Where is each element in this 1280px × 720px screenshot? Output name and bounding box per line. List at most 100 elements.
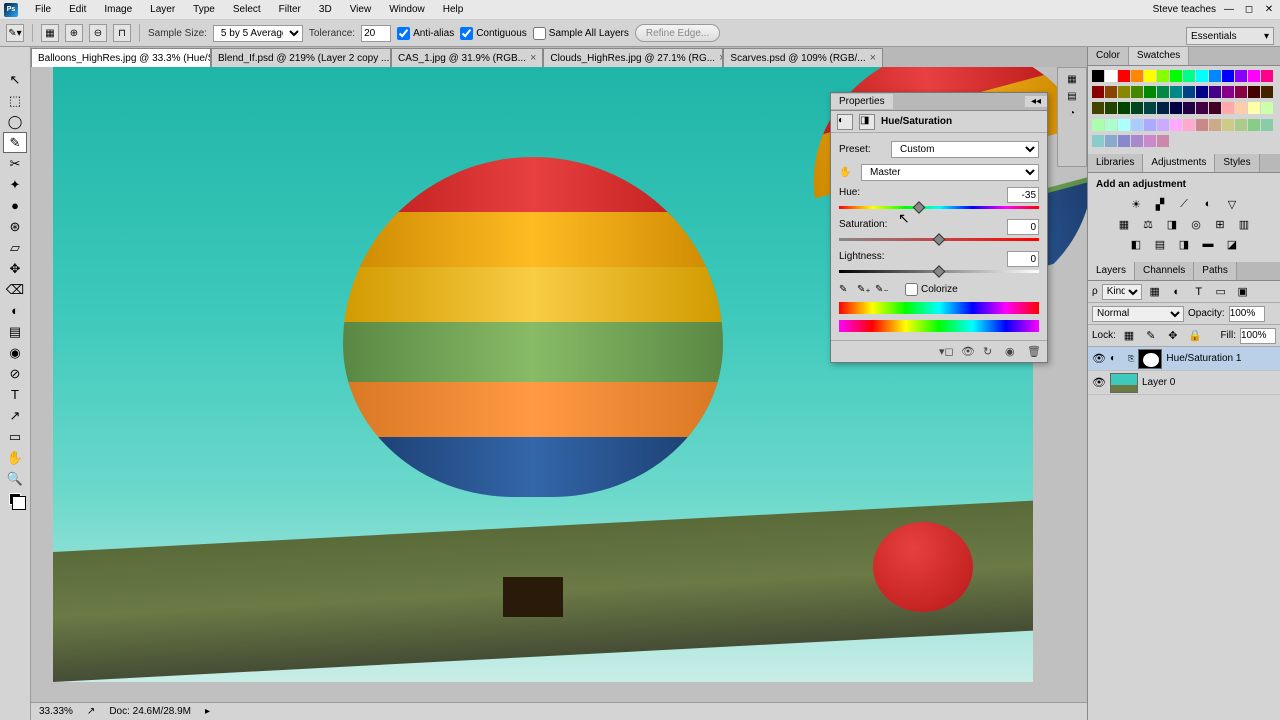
type-tool[interactable]: T — [3, 384, 27, 405]
history-icon[interactable]: ▦ — [1067, 74, 1076, 85]
swatch[interactable] — [1235, 102, 1247, 114]
swatch[interactable] — [1248, 102, 1260, 114]
lock-pixels-icon[interactable]: ✎ — [1142, 328, 1160, 344]
menu-layer[interactable]: Layer — [141, 4, 184, 15]
swatch[interactable] — [1118, 119, 1130, 131]
layer-row[interactable]: 👁 Layer 0 — [1088, 371, 1280, 395]
magic-wand-tool[interactable]: ✎ — [3, 132, 27, 153]
delete-icon[interactable]: 🗑 — [1027, 345, 1041, 359]
selective-color-icon[interactable]: ◪ — [1223, 236, 1241, 252]
tab-libraries[interactable]: Libraries — [1088, 154, 1143, 172]
swatch[interactable] — [1157, 86, 1169, 98]
swatch[interactable] — [1183, 70, 1195, 82]
swatch[interactable] — [1092, 119, 1104, 131]
hue-input[interactable] — [1007, 187, 1039, 203]
swatch[interactable] — [1170, 119, 1182, 131]
layer-filter-kind[interactable]: Kind — [1102, 284, 1142, 300]
swatch[interactable] — [1183, 86, 1195, 98]
minimize-button[interactable]: — — [1222, 3, 1236, 17]
adjustment-icon[interactable]: ◐ — [837, 114, 853, 130]
swatch[interactable] — [1092, 135, 1104, 147]
menu-edit[interactable]: Edit — [60, 4, 95, 15]
menu-help[interactable]: Help — [434, 4, 473, 15]
properties-panel[interactable]: Properties◂◂ ◐ ◨ Hue/Saturation Preset: … — [830, 92, 1048, 363]
swatch[interactable] — [1092, 102, 1104, 114]
menu-file[interactable]: File — [26, 4, 60, 15]
lookup-icon[interactable]: ▥ — [1235, 216, 1253, 232]
stamp-tool[interactable]: ▱ — [3, 237, 27, 258]
swatch[interactable] — [1118, 102, 1130, 114]
swatches-grid[interactable] — [1088, 66, 1280, 154]
swatch[interactable] — [1105, 70, 1117, 82]
new-selection-icon[interactable]: ▦ — [41, 24, 59, 42]
posterize-icon[interactable]: ▤ — [1151, 236, 1169, 252]
swatch[interactable] — [1157, 102, 1169, 114]
antialias-checkbox[interactable]: Anti-alias — [397, 27, 454, 40]
swatch[interactable] — [1222, 119, 1234, 131]
lock-all-icon[interactable]: 🔒 — [1186, 328, 1204, 344]
eraser-tool[interactable]: ⌫ — [3, 279, 27, 300]
intersect-selection-icon[interactable]: ⊓ — [113, 24, 131, 42]
levels-icon[interactable]: ▞ — [1151, 196, 1169, 212]
zoom-level[interactable]: 33.33% — [39, 706, 73, 717]
crop-tool[interactable]: ✂ — [3, 153, 27, 174]
eyedropper-sub-icon[interactable]: ✎₋ — [875, 284, 889, 295]
swatch[interactable] — [1131, 135, 1143, 147]
eyedropper-icon[interactable]: ✎ — [839, 284, 853, 295]
menu-type[interactable]: Type — [184, 4, 224, 15]
menu-select[interactable]: Select — [224, 4, 270, 15]
shape-tool[interactable]: ▭ — [3, 426, 27, 447]
dodge-tool[interactable]: ◉ — [3, 342, 27, 363]
swatch[interactable] — [1131, 119, 1143, 131]
swatch[interactable] — [1118, 86, 1130, 98]
close-icon[interactable]: × — [530, 52, 536, 64]
menu-view[interactable]: View — [341, 4, 381, 15]
swatch[interactable] — [1144, 70, 1156, 82]
filter-smart-icon[interactable]: ▣ — [1234, 284, 1252, 300]
layer-thumb[interactable] — [1110, 373, 1138, 393]
swatch[interactable] — [1144, 135, 1156, 147]
swatch[interactable] — [1157, 70, 1169, 82]
brightness-icon[interactable]: ☀ — [1127, 196, 1145, 212]
doc-tab-clouds[interactable]: Clouds_HighRes.jpg @ 27.1% (RG...× — [543, 48, 723, 67]
curves-icon[interactable]: ⟋ — [1175, 196, 1193, 212]
brush-tool[interactable]: ⊛ — [3, 216, 27, 237]
view-previous-icon[interactable]: 👁 — [961, 345, 975, 359]
path-tool[interactable]: ↗ — [3, 405, 27, 426]
all-layers-checkbox[interactable]: Sample All Layers — [533, 27, 629, 40]
swatch[interactable] — [1105, 86, 1117, 98]
lasso-tool[interactable]: ◯ — [3, 111, 27, 132]
saturation-slider[interactable] — [839, 238, 1039, 241]
swatch[interactable] — [1118, 70, 1130, 82]
close-icon[interactable]: × — [870, 52, 876, 64]
hue-sat-icon[interactable]: ▦ — [1115, 216, 1133, 232]
layer-row[interactable]: 👁 ◐ ⎘ Hue/Saturation 1 — [1088, 347, 1280, 371]
swatch[interactable] — [1261, 119, 1273, 131]
swatch[interactable] — [1118, 135, 1130, 147]
filter-pixel-icon[interactable]: ▦ — [1146, 284, 1164, 300]
swatch[interactable] — [1131, 70, 1143, 82]
layer-name[interactable]: Layer 0 — [1142, 377, 1175, 388]
swatch[interactable] — [1196, 119, 1208, 131]
swatch[interactable] — [1209, 86, 1221, 98]
doc-tab-cas[interactable]: CAS_1.jpg @ 31.9% (RGB...× — [391, 48, 543, 67]
menu-filter[interactable]: Filter — [270, 4, 310, 15]
close-button[interactable]: ✕ — [1262, 3, 1276, 17]
swatch[interactable] — [1105, 135, 1117, 147]
bw-icon[interactable]: ◨ — [1163, 216, 1181, 232]
contiguous-checkbox[interactable]: Contiguous — [460, 27, 527, 40]
swatch[interactable] — [1183, 119, 1195, 131]
swatch[interactable] — [1209, 119, 1221, 131]
swatch[interactable] — [1196, 70, 1208, 82]
target-adjust-icon[interactable]: ✋ — [839, 167, 857, 178]
filter-shape-icon[interactable]: ▭ — [1212, 284, 1230, 300]
tolerance-input[interactable] — [361, 25, 391, 42]
collapsed-dock[interactable]: ▦ ▤ ◔ — [1057, 67, 1087, 167]
swatch[interactable] — [1144, 119, 1156, 131]
color-balance-icon[interactable]: ⚖ — [1139, 216, 1157, 232]
exposure-icon[interactable]: ◐ — [1199, 196, 1217, 212]
fill-input[interactable] — [1240, 328, 1276, 344]
actions-icon[interactable]: ▤ — [1067, 91, 1076, 102]
tab-layers[interactable]: Layers — [1088, 262, 1135, 280]
collapse-icon[interactable]: ◂◂ — [1025, 96, 1047, 107]
